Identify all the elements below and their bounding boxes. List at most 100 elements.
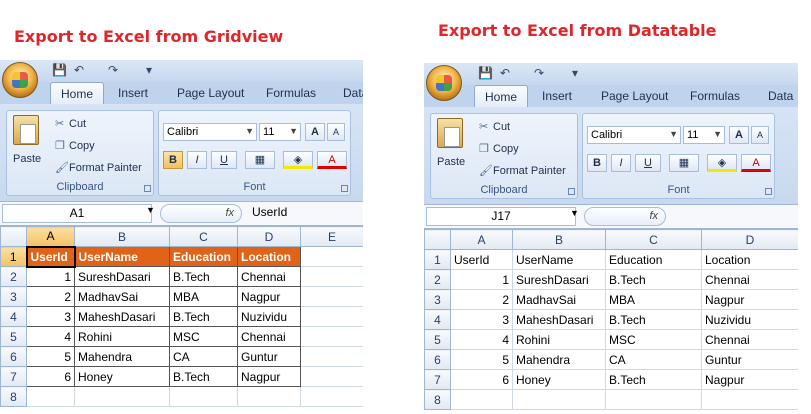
tab-home[interactable]: Home [50, 82, 105, 104]
tab-insert[interactable]: Insert [118, 86, 148, 100]
header-cell[interactable]: Education [605, 249, 702, 270]
save-icon[interactable]: 💾 [52, 63, 67, 77]
cell[interactable]: Chennai [701, 269, 798, 290]
row-header[interactable]: 3 [0, 286, 27, 307]
row-header[interactable]: 8 [424, 389, 451, 410]
dialog-launcher-icon[interactable] [568, 188, 575, 195]
paste-button[interactable]: Paste [437, 156, 465, 168]
paste-icon[interactable] [437, 118, 463, 148]
cell[interactable] [512, 389, 606, 410]
paste-icon[interactable] [13, 115, 39, 145]
cell[interactable]: B.Tech [169, 306, 238, 327]
formula-input[interactable]: UserId [252, 205, 287, 219]
cell[interactable] [701, 389, 798, 410]
paste-button[interactable]: Paste [13, 153, 41, 165]
header-cell[interactable]: Location [237, 246, 301, 267]
cut-button[interactable]: ✂ Cut [479, 120, 510, 133]
cell[interactable] [26, 386, 75, 407]
cell[interactable]: B.Tech [169, 266, 238, 287]
dialog-launcher-icon[interactable] [765, 188, 772, 195]
cell[interactable] [300, 306, 363, 327]
header-cell[interactable]: UserName [512, 249, 606, 270]
font-size-combo[interactable]: 11 ▼ [259, 123, 301, 141]
row-header[interactable]: 1 [424, 249, 451, 270]
column-header[interactable]: E [300, 226, 363, 247]
tab-home[interactable]: Home [474, 85, 529, 107]
cell[interactable]: 1 [450, 269, 513, 290]
cell[interactable]: CA [605, 349, 702, 370]
fill-color-button[interactable]: ◈ [707, 154, 737, 172]
cell[interactable]: Honey [512, 369, 606, 390]
cell[interactable]: MadhavSai [512, 289, 606, 310]
cell[interactable]: Nuzividu [237, 306, 301, 327]
cell[interactable]: 6 [26, 366, 75, 387]
cell[interactable]: Mahendra [74, 346, 170, 367]
redo-icon[interactable]: ↷ [108, 63, 118, 77]
row-header[interactable]: 2 [0, 266, 27, 287]
dialog-launcher-icon[interactable] [144, 185, 151, 192]
tab-page-layout[interactable]: Page Layout [601, 89, 668, 103]
cell[interactable]: Nagpur [237, 286, 301, 307]
cell[interactable]: 6 [450, 369, 513, 390]
underline-button[interactable]: U [211, 151, 237, 169]
cell[interactable]: 2 [450, 289, 513, 310]
font-name-combo[interactable]: Calibri ▼ [163, 123, 257, 141]
cell[interactable]: B.Tech [605, 269, 702, 290]
customize-toolbar-icon[interactable]: ▾ [572, 66, 578, 80]
cell[interactable]: MaheshDasari [74, 306, 170, 327]
borders-button[interactable]: ▦ [669, 154, 699, 172]
cell[interactable]: 4 [26, 326, 75, 347]
cell[interactable]: 1 [26, 266, 75, 287]
row-header[interactable]: 6 [424, 349, 451, 370]
row-header[interactable]: 1 [0, 246, 27, 267]
cell[interactable]: SureshDasari [512, 269, 606, 290]
cell[interactable]: MSC [169, 326, 238, 347]
column-header[interactable]: A [26, 226, 75, 247]
column-header[interactable]: D [701, 229, 798, 250]
tab-insert[interactable]: Insert [542, 89, 572, 103]
font-name-combo[interactable]: Calibri ▼ [587, 126, 681, 144]
cell[interactable]: 3 [450, 309, 513, 330]
cell[interactable]: MBA [605, 289, 702, 310]
cell[interactable]: Rohini [74, 326, 170, 347]
font-color-button[interactable]: A [317, 151, 347, 169]
cell[interactable]: Mahendra [512, 349, 606, 370]
office-button[interactable] [426, 65, 462, 101]
cell[interactable]: Chennai [237, 326, 301, 347]
cell[interactable]: MaheshDasari [512, 309, 606, 330]
header-cell[interactable]: Location [701, 249, 798, 270]
select-all-corner[interactable] [424, 229, 451, 250]
italic-button[interactable]: I [187, 151, 207, 169]
bold-button[interactable]: B [587, 154, 607, 172]
cell[interactable]: Chennai [237, 266, 301, 287]
cell[interactable] [169, 386, 238, 407]
bold-button[interactable]: B [163, 151, 183, 169]
cell[interactable]: 5 [26, 346, 75, 367]
customize-toolbar-icon[interactable]: ▾ [146, 63, 152, 77]
cell[interactable] [74, 386, 170, 407]
cell[interactable]: B.Tech [605, 369, 702, 390]
undo-icon[interactable]: ↶ [500, 66, 510, 80]
cell[interactable]: MBA [169, 286, 238, 307]
italic-button[interactable]: I [611, 154, 631, 172]
tab-page-layout[interactable]: Page Layout [177, 86, 244, 100]
row-header[interactable]: 4 [0, 306, 27, 327]
cell[interactable] [300, 286, 363, 307]
cell[interactable]: Guntur [701, 349, 798, 370]
font-size-combo[interactable]: 11 ▼ [683, 126, 725, 144]
grow-font-button[interactable]: A [305, 123, 325, 141]
select-all-corner[interactable] [0, 226, 27, 247]
cell[interactable]: Guntur [237, 346, 301, 367]
header-cell[interactable]: UserName [74, 246, 170, 267]
header-cell[interactable]: Education [169, 246, 238, 267]
column-header[interactable]: A [450, 229, 513, 250]
cell[interactable]: Chennai [701, 329, 798, 350]
undo-icon[interactable]: ↶ [74, 63, 84, 77]
cell[interactable] [300, 346, 363, 367]
cell[interactable]: MadhavSai [74, 286, 170, 307]
cell[interactable]: CA [169, 346, 238, 367]
format-painter-button[interactable]: 🖌Format Painter [55, 161, 142, 174]
chevron-down-icon[interactable]: ▼ [146, 205, 155, 215]
grow-font-button[interactable]: A [729, 126, 749, 144]
row-header[interactable]: 8 [0, 386, 27, 407]
